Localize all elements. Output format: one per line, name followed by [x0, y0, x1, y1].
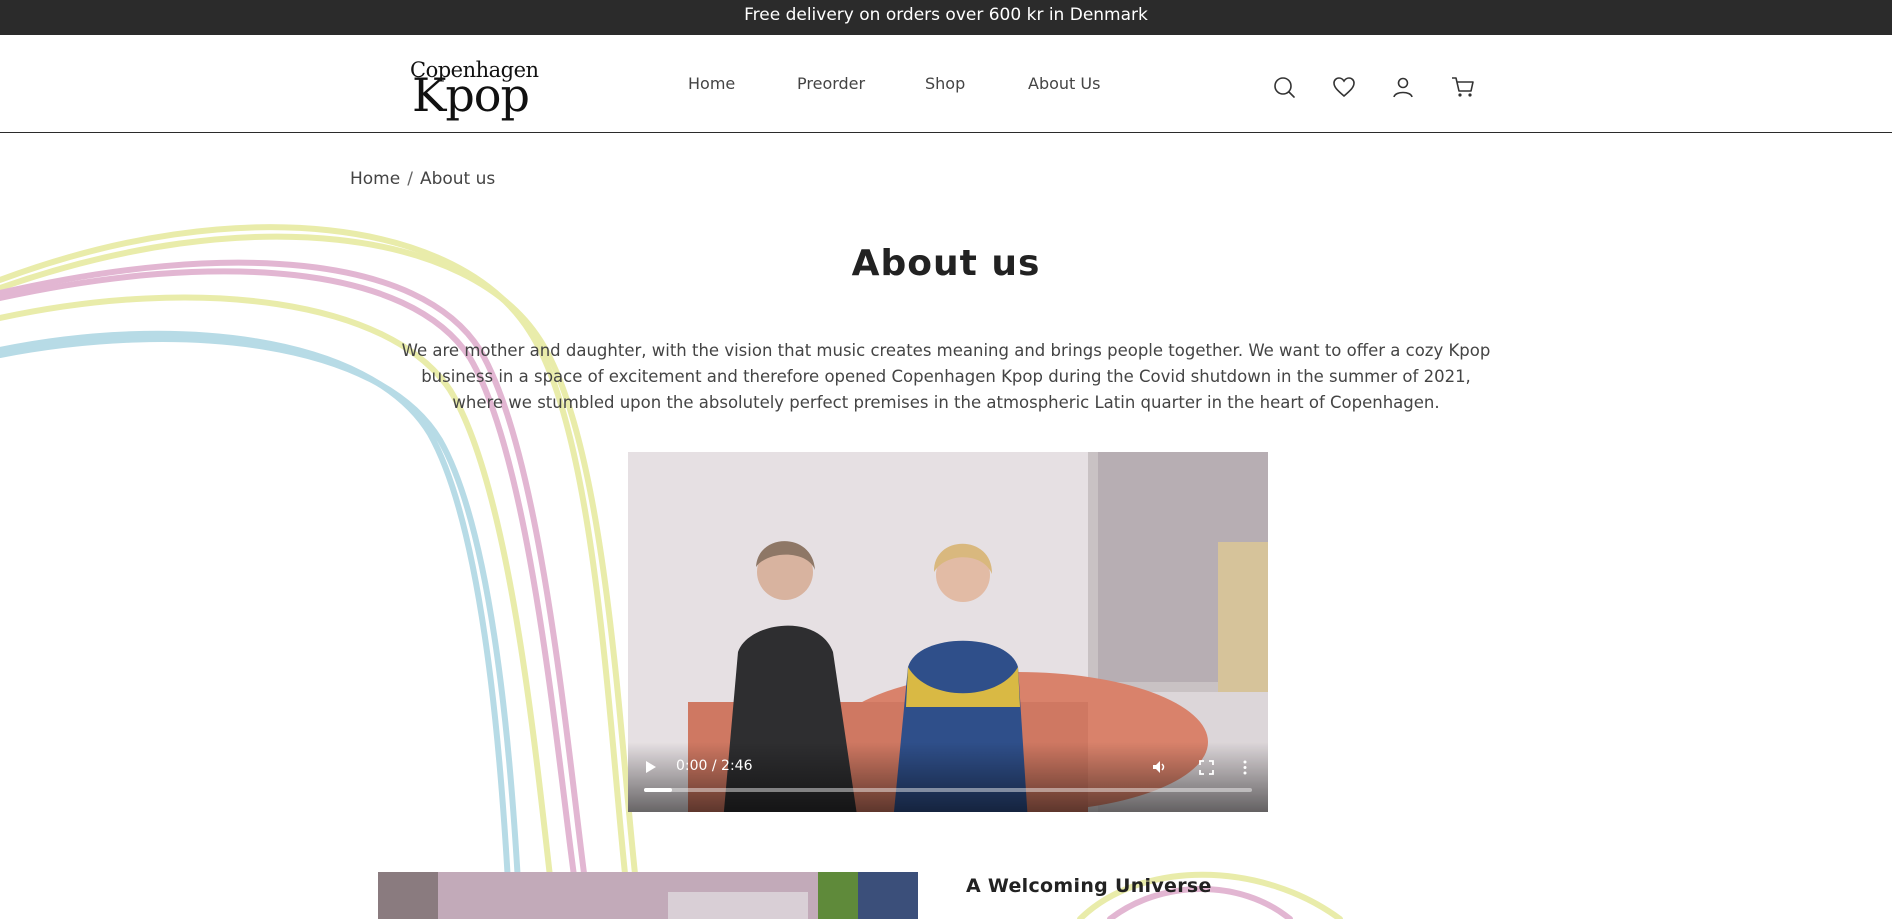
announcement-text: Free delivery on orders over 600 kr in D… — [744, 5, 1148, 25]
cart-icon[interactable] — [1451, 75, 1475, 99]
site-header: Copenhagen Kpop Home Preorder Shop About… — [0, 35, 1892, 133]
nav-item-preorder[interactable]: Preorder — [797, 35, 865, 132]
nav-item-home[interactable]: Home — [688, 35, 735, 132]
play-icon[interactable] — [644, 760, 658, 774]
video-progress-fill — [644, 788, 672, 792]
video-controls: 0:00 / 2:46 — [628, 742, 1268, 812]
page-title: About us — [851, 243, 1041, 284]
announcement-bar: Free delivery on orders over 600 kr in D… — [0, 0, 1892, 35]
fullscreen-icon[interactable] — [1199, 760, 1214, 775]
about-video[interactable]: 0:00 / 2:46 — [628, 452, 1268, 812]
heart-icon[interactable] — [1332, 75, 1356, 99]
breadcrumb: Home / About us — [350, 169, 495, 189]
account-icon[interactable] — [1391, 75, 1415, 99]
logo[interactable]: Copenhagen Kpop — [410, 58, 539, 122]
logo-line-2: Kpop — [412, 68, 530, 122]
video-time: 0:00 / 2:46 — [676, 758, 753, 774]
store-photo-graphic — [378, 872, 918, 919]
more-options-icon[interactable] — [1242, 760, 1248, 775]
breadcrumb-separator: / — [407, 169, 413, 189]
intro-text: We are mother and daughter, with the vis… — [401, 341, 1491, 412]
nav-item-about-us[interactable]: About Us — [1028, 35, 1100, 132]
store-photo — [378, 872, 918, 919]
volume-icon[interactable] — [1152, 759, 1168, 775]
breadcrumb-home[interactable]: Home — [350, 169, 400, 189]
nav-item-shop[interactable]: Shop — [925, 35, 965, 132]
breadcrumb-current: About us — [419, 169, 496, 189]
search-icon[interactable] — [1272, 75, 1296, 99]
video-progress-bar[interactable] — [644, 788, 1252, 792]
section-title: A Welcoming Universe — [966, 875, 1212, 897]
